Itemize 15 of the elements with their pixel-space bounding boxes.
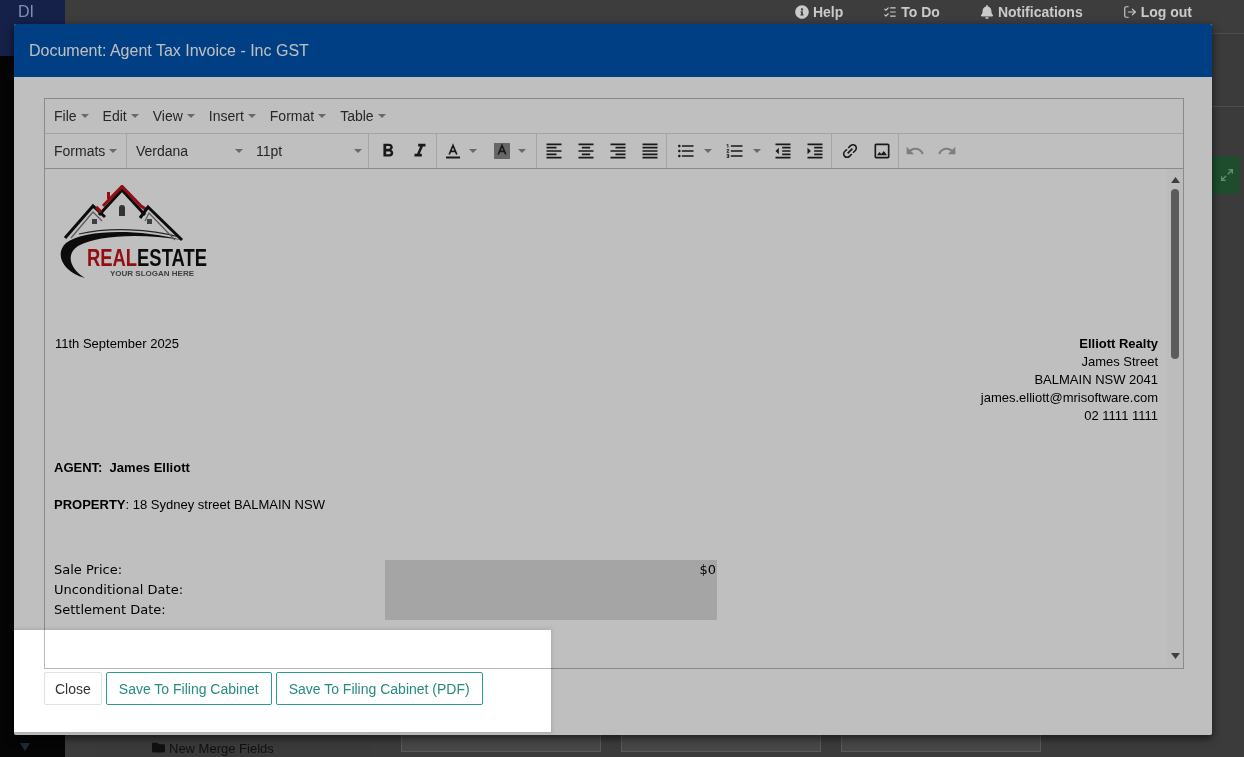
dialog-title: Document: Agent Tax Invoice - Inc GST bbox=[29, 41, 309, 60]
logo-wordmark: REALESTATE bbox=[87, 248, 207, 268]
field-label: Sale Price: bbox=[54, 561, 123, 579]
property-line: PROPERTY: 18 Sydney street BALMAIN NSW bbox=[54, 496, 325, 514]
field-label: Unconditional Date: bbox=[54, 581, 184, 599]
value-cell: $0 bbox=[385, 560, 717, 580]
agent-line: AGENT: James Elliott bbox=[54, 459, 190, 477]
sender-address-line: Elliott Realty bbox=[1079, 335, 1158, 353]
sender-address-line: BALMAIN NSW 2041 bbox=[1034, 371, 1158, 389]
sender-address-line: james.elliott@mrisoftware.com bbox=[980, 389, 1158, 407]
logo-slogan: YOUR SLOGAN HERE bbox=[110, 269, 194, 278]
sender-address-line: James Street bbox=[1081, 353, 1158, 371]
sender-address-line: 02 1111 1111 bbox=[1084, 407, 1158, 425]
letter-date: 11th September 2025 bbox=[55, 335, 180, 353]
field-label: Settlement Date: bbox=[54, 601, 166, 619]
